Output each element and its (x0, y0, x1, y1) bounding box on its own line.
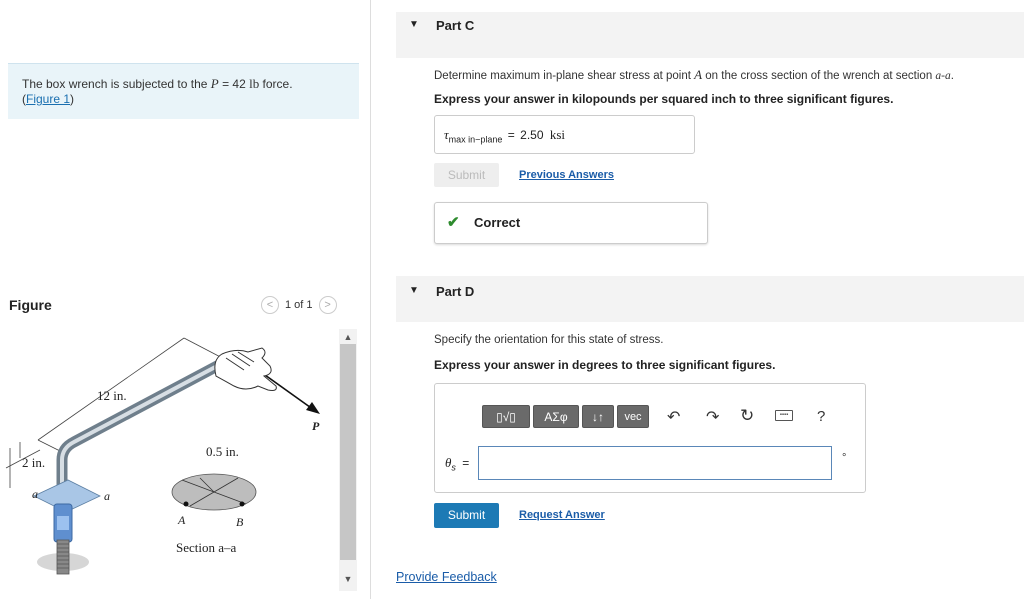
previous-answers-link[interactable]: Previous Answers (519, 169, 614, 181)
part-d-instruction: Express your answer in degrees to three … (434, 358, 776, 372)
label-half-in: 0.5 in. (206, 444, 239, 459)
theta-label: θs = (445, 455, 470, 473)
part-c-answer-value: 2.50 (520, 128, 544, 142)
label-a-right: a (104, 489, 110, 503)
keyboard-icon[interactable]: ▪▪▪▪ (775, 410, 793, 421)
box-wrench-figure: 12 in. 2 in. 0.5 in. P a a A B Section a… (5, 337, 320, 575)
label-point-B: B (236, 515, 244, 529)
label-2-in: 2 in. (22, 455, 45, 470)
part-c-answer: τmax in−plane = 2.50 ksi (444, 127, 566, 145)
figure-page-count: 1 of 1 (285, 299, 313, 311)
vector-button[interactable]: vec (617, 405, 649, 428)
templates-button[interactable]: ▯√▯ (482, 405, 530, 428)
part-d-submit-button[interactable]: Submit (434, 503, 499, 528)
figure-pager: < 1 of 1 > (261, 296, 337, 314)
degree-unit: ° (842, 452, 847, 464)
next-figure-button[interactable]: > (318, 296, 337, 314)
reset-icon[interactable]: ↻ (740, 406, 754, 426)
provide-feedback-link[interactable]: Provide Feedback (396, 570, 497, 584)
panel-divider (370, 0, 371, 599)
scrollbar-thumb[interactable] (340, 344, 356, 560)
part-d-question: Specify the orientation for this state o… (434, 334, 664, 346)
undo-icon[interactable]: ↶ (667, 407, 680, 427)
part-c-instruction: Express your answer in kilopounds per sq… (434, 92, 894, 106)
part-d-title[interactable]: Part D (436, 284, 474, 299)
arrows-button[interactable]: ↓↑ (582, 405, 614, 428)
label-12-in: 12 in. (97, 388, 127, 403)
force-arrow-P (257, 369, 320, 414)
part-c-header[interactable] (396, 12, 1024, 58)
request-answer-link[interactable]: Request Answer (519, 509, 605, 521)
figure-title: Figure (9, 297, 52, 313)
hand-illustration (214, 347, 277, 391)
help-icon[interactable]: ? (817, 408, 825, 425)
cross-section-diagram (171, 473, 257, 511)
part-c-title[interactable]: Part C (436, 18, 474, 33)
figure-link[interactable]: Figure 1 (26, 92, 70, 106)
collapse-triangle-icon[interactable]: ▼ (409, 19, 419, 30)
bolt (37, 539, 89, 575)
redo-icon[interactable]: ↷ (706, 407, 719, 427)
correct-label: Correct (474, 215, 521, 230)
problem-statement: The box wrench is subjected to the P = 4… (22, 76, 293, 106)
scroll-up-arrow-icon[interactable]: ▲ (339, 330, 357, 344)
label-P: P (312, 419, 320, 433)
section-caption: Section a–a (176, 540, 237, 555)
collapse-triangle-icon[interactable]: ▼ (409, 285, 419, 296)
part-c-submit-button[interactable]: Submit (434, 163, 499, 187)
part-d-header[interactable] (396, 276, 1024, 322)
theta-answer-input[interactable] (478, 446, 832, 480)
checkmark-icon: ✔ (447, 214, 460, 231)
part-c-question: Determine maximum in-plane shear stress … (434, 67, 954, 82)
symbols-button[interactable]: ΑΣφ (533, 405, 579, 428)
label-point-A: A (177, 513, 186, 527)
scroll-down-arrow-icon[interactable]: ▼ (339, 572, 357, 586)
label-a-left: a (32, 487, 38, 501)
prev-figure-button[interactable]: < (261, 296, 279, 314)
